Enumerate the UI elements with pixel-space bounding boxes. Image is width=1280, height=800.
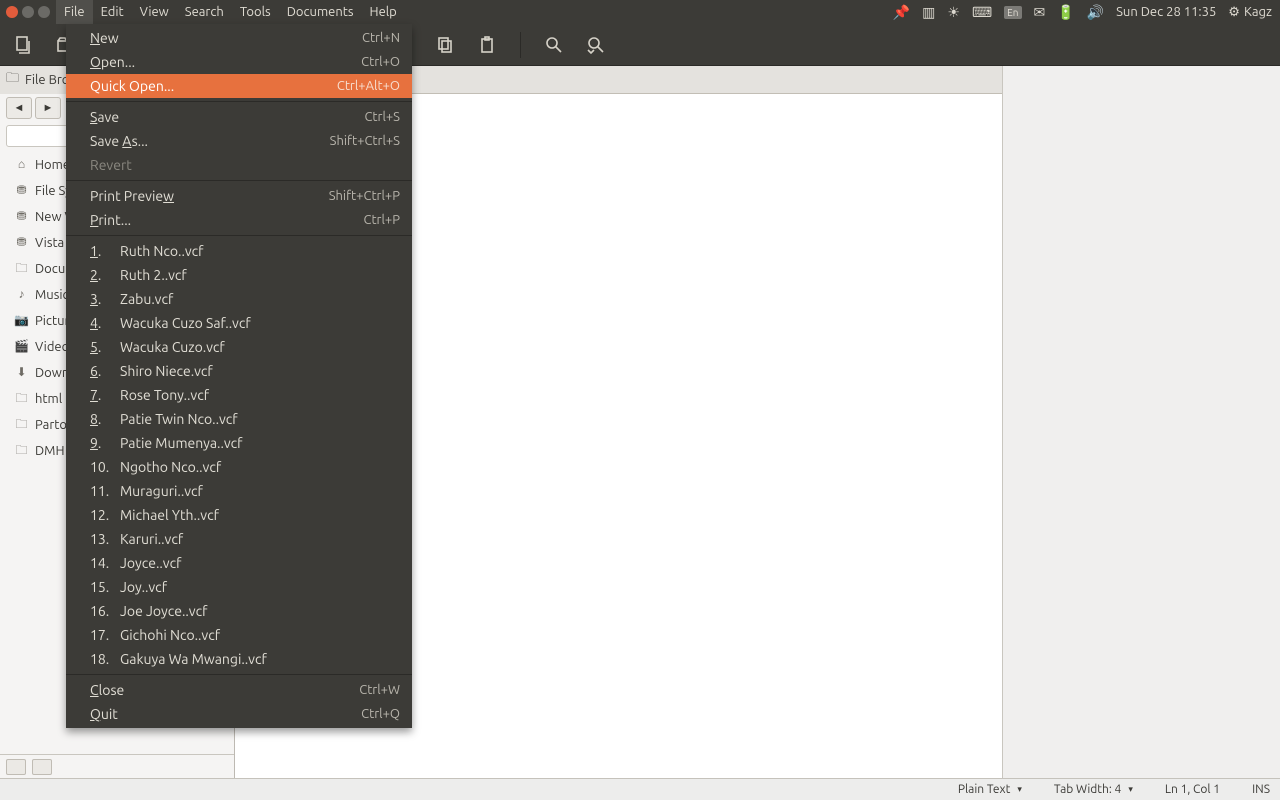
video-icon: 🎬	[14, 336, 29, 358]
menu-item-recent[interactable]: 8.Patie Twin Nco..vcf	[66, 407, 412, 431]
menu-separator	[66, 674, 412, 675]
drive-icon: ⛃	[14, 180, 29, 202]
menu-item-recent[interactable]: 3.Zabu.vcf	[66, 287, 412, 311]
menu-edit[interactable]: Edit	[93, 0, 132, 24]
folder-icon: 🗀	[14, 258, 29, 280]
folder-icon: 🗀	[14, 414, 29, 436]
search-button[interactable]	[541, 32, 567, 58]
battery-icon[interactable]: 🔋	[1057, 4, 1074, 21]
nav-forward-button[interactable]: ►	[35, 97, 61, 119]
menu-item-open[interactable]: Open...Ctrl+O	[66, 50, 412, 74]
menu-item-recent[interactable]: 13.Karuri..vcf	[66, 527, 412, 551]
close-icon[interactable]	[6, 6, 18, 18]
lang-indicator[interactable]: En	[1004, 6, 1021, 19]
menu-file[interactable]: File	[56, 0, 93, 24]
menubar: File Edit View Search Tools Documents He…	[56, 0, 405, 24]
menu-item-recent[interactable]: 18.Gakuya Wa Mwangi..vcf	[66, 647, 412, 671]
menu-item-recent[interactable]: 15.Joy..vcf	[66, 575, 412, 599]
menu-item-revert: Revert	[66, 153, 412, 177]
toolbar-separator	[520, 32, 521, 58]
cursor-position: Ln 1, Col 1	[1165, 783, 1220, 796]
clock[interactable]: Sun Dec 28 11:35	[1116, 5, 1216, 19]
menu-item-recent[interactable]: 1.Ruth Nco..vcf	[66, 239, 412, 263]
place-label: Music	[35, 284, 69, 306]
menu-item-recent[interactable]: 10.Ngotho Nco..vcf	[66, 455, 412, 479]
minimize-icon[interactable]	[22, 6, 34, 18]
menu-item-recent[interactable]: 4.Wacuka Cuzo Saf..vcf	[66, 311, 412, 335]
menu-item-quit[interactable]: QuitCtrl+Q	[66, 702, 412, 726]
camera-icon: 📷	[14, 310, 29, 332]
place-label: html	[35, 388, 62, 410]
menu-item-recent[interactable]: 5.Wacuka Cuzo.vcf	[66, 335, 412, 359]
menu-item-save-as[interactable]: Save As...Shift+Ctrl+S	[66, 129, 412, 153]
place-label: Home	[35, 154, 70, 176]
drive-icon: ⛃	[14, 232, 29, 254]
replace-button[interactable]	[583, 32, 609, 58]
top-panel: File Edit View Search Tools Documents He…	[0, 0, 1280, 24]
window-controls	[0, 6, 56, 18]
menu-item-recent[interactable]: 11.Muraguri..vcf	[66, 479, 412, 503]
paste-button[interactable]	[474, 32, 500, 58]
keyboard-icon[interactable]: ⌨	[972, 4, 992, 21]
menu-item-recent[interactable]: 16.Joe Joyce..vcf	[66, 599, 412, 623]
session-menu[interactable]: ⚙ Kagz	[1228, 5, 1272, 20]
new-doc-button[interactable]	[10, 32, 36, 58]
file-menu-dropdown: NewCtrl+N Open...Ctrl+O Quick Open...Ctr…	[66, 24, 412, 728]
mail-icon[interactable]: ✉	[1034, 4, 1046, 21]
menu-item-recent[interactable]: 7.Rose Tony..vcf	[66, 383, 412, 407]
menu-item-recent[interactable]: 6.Shiro Niece.vcf	[66, 359, 412, 383]
maximize-icon[interactable]	[38, 6, 50, 18]
bottom-view-b[interactable]	[32, 759, 52, 775]
nav-back-button[interactable]: ◄	[6, 97, 32, 119]
statusbar: Plain Text Tab Width: 4 Ln 1, Col 1 INS	[0, 778, 1280, 800]
folder-icon: 🗀	[6, 69, 19, 91]
menu-item-recent[interactable]: 17.Gichohi Nco..vcf	[66, 623, 412, 647]
menu-search[interactable]: Search	[177, 0, 232, 24]
menu-item-new[interactable]: NewCtrl+N	[66, 26, 412, 50]
download-icon: ⬇	[14, 362, 29, 384]
copy-button[interactable]	[432, 32, 458, 58]
menu-item-recent[interactable]: 14.Joyce..vcf	[66, 551, 412, 575]
menu-item-recent[interactable]: 9.Patie Mumenya..vcf	[66, 431, 412, 455]
menu-item-print-preview[interactable]: Print PreviewShift+Ctrl+P	[66, 184, 412, 208]
menu-view[interactable]: View	[132, 0, 177, 24]
menu-item-quick-open[interactable]: Quick Open...Ctrl+Alt+O	[66, 74, 412, 98]
gear-icon: ⚙	[1228, 5, 1240, 20]
pin-icon[interactable]: 📌	[893, 4, 910, 21]
music-icon: ♪	[14, 284, 29, 306]
folder-icon: 🗀	[14, 388, 29, 410]
folder-icon: 🗀	[14, 440, 29, 462]
notes-icon[interactable]: ▥	[922, 4, 935, 21]
menu-documents[interactable]: Documents	[279, 0, 362, 24]
place-label: Vista	[35, 232, 64, 254]
menu-separator	[66, 180, 412, 181]
menu-item-close[interactable]: CloseCtrl+W	[66, 678, 412, 702]
side-bottom	[0, 754, 234, 778]
menu-separator	[66, 235, 412, 236]
weather-icon[interactable]: ☀	[947, 4, 960, 21]
bottom-view-a[interactable]	[6, 759, 26, 775]
menu-separator	[66, 101, 412, 102]
menu-item-recent[interactable]: 12.Michael Yth..vcf	[66, 503, 412, 527]
insert-mode[interactable]: INS	[1252, 783, 1270, 796]
syntax-selector[interactable]: Plain Text	[958, 783, 1022, 796]
home-icon: ⌂	[14, 154, 29, 176]
menu-help[interactable]: Help	[362, 0, 405, 24]
tabwidth-selector[interactable]: Tab Width: 4	[1054, 783, 1133, 796]
right-gutter	[1002, 66, 1280, 778]
menu-item-recent[interactable]: 2.Ruth 2..vcf	[66, 263, 412, 287]
menu-item-save[interactable]: SaveCtrl+S	[66, 105, 412, 129]
user-label: Kagz	[1244, 5, 1272, 19]
menu-item-print[interactable]: Print...Ctrl+P	[66, 208, 412, 232]
drive-icon: ⛃	[14, 206, 29, 228]
panel-indicators: 📌 ▥ ☀ ⌨ En ✉ 🔋 🔊 Sun Dec 28 11:35 ⚙ Kagz	[893, 4, 1280, 21]
volume-icon[interactable]: 🔊	[1087, 4, 1104, 21]
place-label: DMH	[35, 440, 65, 462]
menu-tools[interactable]: Tools	[232, 0, 279, 24]
